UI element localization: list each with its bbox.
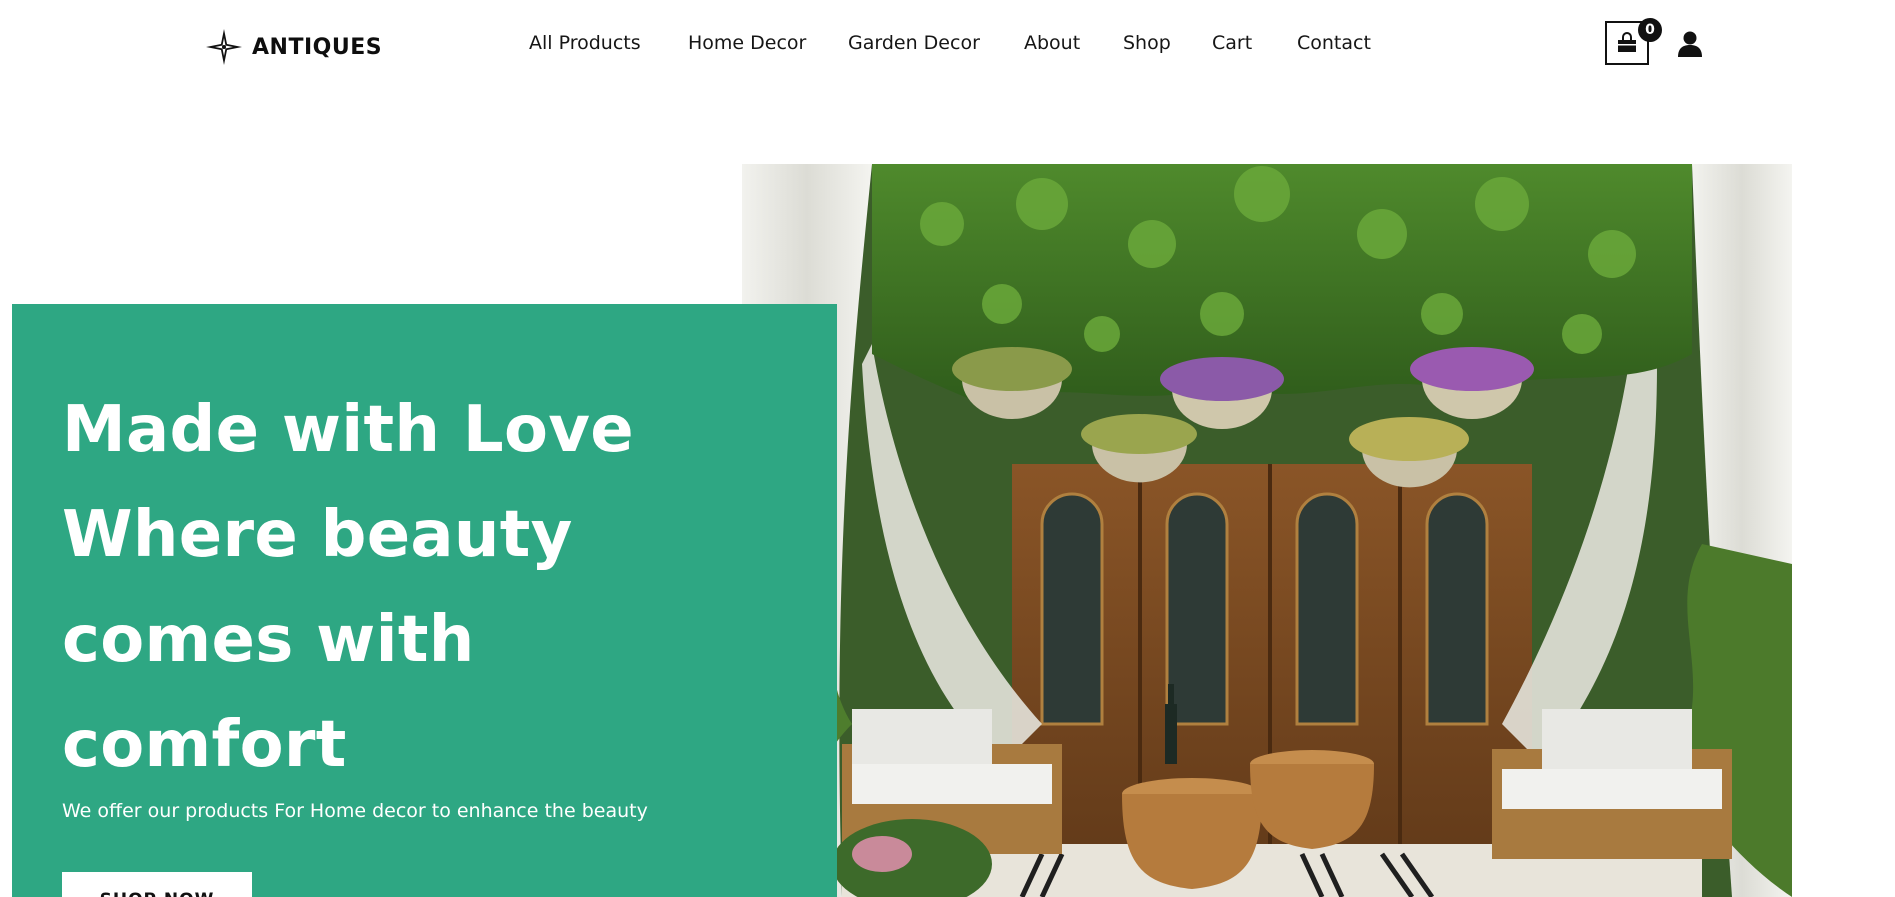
shop-now-button[interactable]: SHOP NOW — [62, 872, 252, 897]
brand-name: ANTIQUES — [252, 34, 383, 60]
hero-title: Made with Love Where beauty comes with c… — [62, 378, 802, 798]
hero-image — [742, 164, 1792, 897]
shopping-bag-icon — [1618, 32, 1636, 52]
nav-shop[interactable]: Shop — [1123, 32, 1171, 54]
nav-all-products[interactable]: All Products — [529, 32, 641, 54]
hero-card: Made with Love Where beauty comes with c… — [12, 304, 837, 897]
nav-about[interactable]: About — [1024, 32, 1080, 54]
brand-logo[interactable]: ANTIQUES — [204, 27, 382, 67]
user-icon[interactable] — [1677, 30, 1703, 58]
site-header: ANTIQUES All Products Home Decor Garden … — [0, 0, 1895, 92]
nav-cart[interactable]: Cart — [1212, 32, 1252, 54]
patio-garden-photo — [742, 164, 1792, 897]
hero-subtitle: We offer our products For Home decor to … — [62, 800, 648, 822]
cart-count-badge: 0 — [1638, 18, 1662, 42]
hero-title-line: comfort — [62, 708, 347, 782]
nav-garden-decor[interactable]: Garden Decor — [848, 32, 980, 54]
nav-contact[interactable]: Contact — [1297, 32, 1371, 54]
hero-title-line: Made with Love — [62, 393, 634, 467]
hero-title-line: comes with — [62, 603, 475, 677]
hero-title-line: Where beauty — [62, 498, 573, 572]
nav-home-decor[interactable]: Home Decor — [688, 32, 806, 54]
four-point-star-icon — [206, 29, 242, 65]
